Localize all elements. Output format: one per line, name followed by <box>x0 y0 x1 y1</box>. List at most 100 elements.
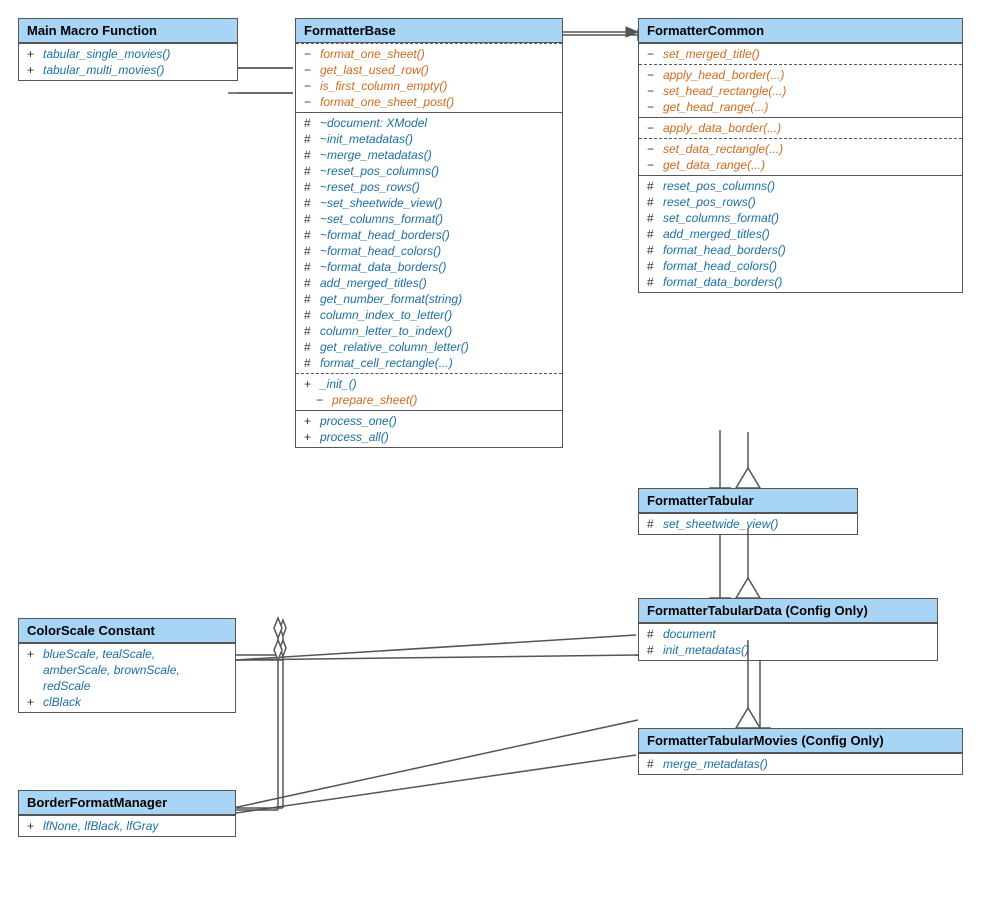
bf-section: +lfNone, lfBlack, lfGray <box>19 815 235 836</box>
method-label: set_sheetwide_view() <box>663 517 778 531</box>
method-label: apply_data_border(...) <box>663 121 781 135</box>
list-item: #init_metadatas() <box>639 642 937 658</box>
method-label: document <box>663 627 716 641</box>
method-label: set_columns_format() <box>663 211 779 225</box>
formatter-tabular-box: FormatterTabular #set_sheetwide_view() <box>638 488 858 535</box>
method-label: reset_pos_columns() <box>663 179 775 193</box>
method-label: tabular_single_movies() <box>43 47 170 61</box>
color-scale-header: ColorScale Constant <box>19 619 235 643</box>
list-item: −get_last_used_row() <box>296 62 562 78</box>
method-label: reset_pos_rows() <box>663 195 756 209</box>
method-label: prepare_sheet() <box>332 393 417 407</box>
method-label: set_head_rectangle(...) <box>663 84 786 98</box>
list-item: #document <box>639 626 937 642</box>
method-label: redScale <box>43 679 90 693</box>
method-label: clBlack <box>43 695 81 709</box>
formatter-base-box: FormatterBase −format_one_sheet() −get_l… <box>295 18 563 448</box>
main-macro-box: Main Macro Function + tabular_single_mov… <box>18 18 238 81</box>
method-label: format_head_borders() <box>663 243 786 257</box>
list-item: +blueScale, tealScale, <box>19 646 235 662</box>
border-format-header: BorderFormatManager <box>19 791 235 815</box>
method-label: column_index_to_letter() <box>320 308 452 322</box>
fc-section1: −set_merged_title() <box>639 43 962 64</box>
list-item: −is_first_column_empty() <box>296 78 562 94</box>
method-label: format_one_sheet_post() <box>320 95 454 109</box>
plus-icon: + <box>27 47 43 61</box>
list-item: #~merge_metadatas() <box>296 147 562 163</box>
uml-diagram: Main Macro Function + tabular_single_mov… <box>0 0 1000 900</box>
method-label: get_relative_column_letter() <box>320 340 469 354</box>
formatter-base-public: +process_one() +process_all() <box>296 410 562 447</box>
list-item: −get_head_range(...) <box>639 99 962 115</box>
list-item: −set_head_rectangle(...) <box>639 83 962 99</box>
formatter-tabular-movies-box: FormatterTabularMovies (Config Only) #me… <box>638 728 963 775</box>
list-item: #~reset_pos_rows() <box>296 179 562 195</box>
method-label: ~reset_pos_rows() <box>320 180 420 194</box>
formatter-base-init: +_init_() −prepare_sheet() <box>296 373 562 410</box>
list-item: #~init_metadatas() <box>296 131 562 147</box>
method-label: ~set_columns_format() <box>320 212 443 226</box>
method-label: ~merge_metadatas() <box>320 148 432 162</box>
list-item: #reset_pos_columns() <box>639 178 962 194</box>
method-label: apply_head_border(...) <box>663 68 784 82</box>
ftd-section: #document #init_metadatas() <box>639 623 937 660</box>
cs-section: +blueScale, tealScale, +amberScale, brow… <box>19 643 235 712</box>
method-label: ~format_head_borders() <box>320 228 450 242</box>
list-item: +_init_() <box>296 376 562 392</box>
list-item: #~set_sheetwide_view() <box>296 195 562 211</box>
method-label: amberScale, brownScale, <box>43 663 180 677</box>
method-label: ~format_head_colors() <box>320 244 441 258</box>
formatter-common-header: FormatterCommon <box>639 19 962 43</box>
method-label: ~set_sheetwide_view() <box>320 196 442 210</box>
plus-icon: + <box>27 63 43 77</box>
list-item: +redScale <box>19 678 235 694</box>
method-label: _init_() <box>320 377 357 391</box>
list-item: −set_merged_title() <box>639 46 962 62</box>
list-item: #format_head_colors() <box>639 258 962 274</box>
list-item: #format_head_borders() <box>639 242 962 258</box>
list-item: −prepare_sheet() <box>296 392 562 408</box>
list-item: −get_data_range(...) <box>639 157 962 173</box>
method-label: lfNone, lfBlack, lfGray <box>43 819 158 833</box>
main-macro-header: Main Macro Function <box>19 19 237 43</box>
color-scale-box: ColorScale Constant +blueScale, tealScal… <box>18 618 236 713</box>
method-label: format_data_borders() <box>663 275 782 289</box>
list-item: −format_one_sheet() <box>296 46 562 62</box>
list-item: −set_data_rectangle(...) <box>639 141 962 157</box>
formatter-base-abstract: −format_one_sheet() −get_last_used_row()… <box>296 43 562 112</box>
border-format-box: BorderFormatManager +lfNone, lfBlack, lf… <box>18 790 236 837</box>
list-item: +amberScale, brownScale, <box>19 662 235 678</box>
list-item: −format_one_sheet_post() <box>296 94 562 110</box>
list-item: #merge_metadatas() <box>639 756 962 772</box>
list-item: #column_index_to_letter() <box>296 307 562 323</box>
method-label: process_one() <box>320 414 397 428</box>
method-label: ~init_metadatas() <box>320 132 413 146</box>
list-item: #reset_pos_rows() <box>639 194 962 210</box>
method-label: format_one_sheet() <box>320 47 425 61</box>
fc-section3: −apply_data_border(...) <box>639 117 962 138</box>
formatter-tabular-header: FormatterTabular <box>639 489 857 513</box>
list-item: +lfNone, lfBlack, lfGray <box>19 818 235 834</box>
fc-section4: −set_data_rectangle(...) −get_data_range… <box>639 138 962 175</box>
method-label: column_letter_to_index() <box>320 324 452 338</box>
list-item: #~document: XModel <box>296 115 562 131</box>
method-label: get_data_range(...) <box>663 158 765 172</box>
main-macro-section: + tabular_single_movies() + tabular_mult… <box>19 43 237 80</box>
list-item: −apply_data_border(...) <box>639 120 962 136</box>
method-label: process_all() <box>320 430 389 444</box>
formatter-tabular-data-box: FormatterTabularData (Config Only) #docu… <box>638 598 938 661</box>
list-item: #~set_columns_format() <box>296 211 562 227</box>
list-item: #format_data_borders() <box>639 274 962 290</box>
formatter-base-header: FormatterBase <box>296 19 562 43</box>
method-label: add_merged_titles() <box>663 227 770 241</box>
formatter-common-box: FormatterCommon −set_merged_title() −app… <box>638 18 963 293</box>
list-item: #~format_head_borders() <box>296 227 562 243</box>
method-label: is_first_column_empty() <box>320 79 447 93</box>
list-item: #add_merged_titles() <box>296 275 562 291</box>
method-label: ~document: XModel <box>320 116 427 130</box>
ft-section: #set_sheetwide_view() <box>639 513 857 534</box>
method-label: set_data_rectangle(...) <box>663 142 783 156</box>
list-item: #~format_data_borders() <box>296 259 562 275</box>
method-label: ~reset_pos_columns() <box>320 164 439 178</box>
method-label: set_merged_title() <box>663 47 760 61</box>
